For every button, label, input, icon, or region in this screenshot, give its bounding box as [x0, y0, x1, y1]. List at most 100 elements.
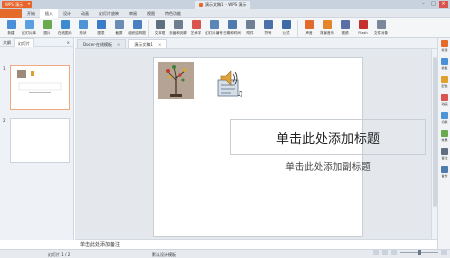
ribbon-button-label: 文本框	[154, 31, 166, 35]
ribbon-button[interactable]: 在线图片	[56, 18, 74, 38]
menu-item[interactable]: 设计	[58, 9, 76, 18]
ribbon-button[interactable]: 艺术字	[187, 18, 205, 38]
ribbon-separator	[148, 20, 149, 40]
ribbon-button-label: 新建	[7, 31, 15, 35]
svg-text:♫: ♫	[237, 90, 243, 98]
ribbon-button[interactable]: 幻灯片库	[20, 18, 38, 38]
ribbon-button[interactable]: 形状	[74, 18, 92, 38]
close-icon[interactable]: ×	[439, 1, 448, 8]
template-name: 默认设计模板	[152, 252, 176, 257]
app-name: WPS 演示	[5, 2, 24, 7]
task-pane-label: 备注	[441, 156, 448, 160]
zoom-slider[interactable]	[400, 250, 438, 255]
slide-library-icon	[24, 20, 34, 29]
normal-view-icon[interactable]	[373, 250, 379, 255]
ribbon-button-label: 符号	[264, 31, 272, 35]
status-bar: 幻灯片 1 / 2 默认设计模板	[0, 249, 450, 258]
ribbon-button[interactable]: 新建	[2, 18, 20, 38]
task-pane-button[interactable]: 新建	[438, 38, 450, 56]
ribbon-button[interactable]: 页眉和页脚	[169, 18, 187, 38]
ribbon-button[interactable]: 组织结构图	[128, 18, 146, 38]
task-pane-button[interactable]: 备注	[438, 146, 450, 164]
menu-item[interactable]: 动画	[76, 9, 94, 18]
close-icon[interactable]: ×	[158, 40, 161, 49]
slide-thumbnail-2[interactable]	[10, 118, 70, 163]
document-tab-label: Docer-在线模板	[83, 41, 113, 47]
ribbon-button[interactable]: 图表	[92, 18, 110, 38]
menu-item-file[interactable]	[0, 9, 22, 18]
tab-outline[interactable]: 大纲	[0, 38, 14, 47]
menu-item[interactable]: 视图	[142, 9, 160, 18]
task-pane-label: 模板	[441, 66, 448, 70]
app-menu-button[interactable]: WPS 演示	[2, 1, 32, 8]
slide-thumbnail-1[interactable]	[10, 65, 70, 110]
date-time-icon	[227, 20, 237, 29]
task-pane-button[interactable]: 动画	[438, 92, 450, 110]
window-doc-tab[interactable]: 演示文稿1 - WPS 演示	[195, 1, 251, 9]
document-tab[interactable]: 演示文稿1 ×	[128, 39, 168, 49]
task-pane-button[interactable]: 备份	[438, 164, 450, 182]
task-pane-button[interactable]: 切换	[438, 110, 450, 128]
ribbon-button-label: 形状	[79, 31, 87, 35]
sorter-view-icon[interactable]	[382, 250, 388, 255]
task-pane-bar: 新建模板配色动画 切换 效果备注备份	[437, 38, 450, 249]
header-footer-icon	[173, 20, 183, 29]
ribbon-button-label: 文件对象	[374, 31, 388, 35]
ribbon-button[interactable]: 日期和时间	[223, 18, 241, 38]
flash-icon	[358, 20, 368, 29]
tab-slides[interactable]: 幻灯片	[14, 37, 34, 47]
menu-item[interactable]: 特色功能	[160, 9, 186, 18]
tree-picture[interactable]	[158, 62, 194, 99]
ribbon-button-label: 声音	[305, 31, 313, 35]
ribbon-button-label: 图片	[43, 31, 51, 35]
ribbon-button[interactable]: 幻灯片编号	[205, 18, 223, 38]
ribbon-button[interactable]: 符号	[259, 18, 277, 38]
sound-icon[interactable]: ♫	[217, 68, 243, 98]
ribbon-button[interactable]: 截屏	[110, 18, 128, 38]
task-pane-button[interactable]: 模板	[438, 56, 450, 74]
chevron-down-icon	[28, 3, 30, 5]
ribbon-button[interactable]: 声音	[300, 18, 318, 38]
menu-item[interactable]: 审阅	[124, 9, 142, 18]
close-icon[interactable]: ×	[117, 40, 120, 49]
menu-item[interactable]: 插入	[40, 9, 58, 18]
ribbon-button[interactable]: Flash	[354, 18, 372, 38]
ribbon-button-label: 幻灯片编号	[205, 31, 223, 35]
title-placeholder[interactable]: 单击此处添加标题	[230, 119, 426, 155]
notes-pane[interactable]: 单击此处添加备注	[75, 239, 437, 249]
menu-item[interactable]: 开始	[22, 9, 40, 18]
ribbon-button-label: 背景音乐	[320, 31, 334, 35]
slideshow-icon[interactable]	[391, 250, 397, 255]
document-tab-label: 演示文稿1	[134, 41, 153, 47]
close-icon[interactable]: ×	[67, 40, 70, 45]
effect-icon	[441, 130, 448, 137]
task-pane-button[interactable]: 配色	[438, 74, 450, 92]
ribbon-button[interactable]: 附件	[241, 18, 259, 38]
slide-navigator: 大纲 幻灯片 × 1 2	[0, 37, 74, 240]
ribbon-button[interactable]: 背景音乐	[318, 18, 336, 38]
ribbon-button[interactable]: 视频	[336, 18, 354, 38]
task-pane-label: 配色	[441, 84, 448, 88]
zoom-handle[interactable]	[418, 250, 421, 255]
minimize-icon[interactable]: –	[419, 1, 428, 8]
ribbon-button[interactable]: 文件对象	[372, 18, 390, 38]
ribbon-button-label: 图表	[97, 31, 105, 35]
slide-1[interactable]: ♫ 单击此处添加标题 单击此处添加副标题	[153, 57, 426, 237]
new-icon	[441, 40, 448, 47]
ribbon-button-label: Flash	[358, 31, 368, 35]
ribbon-button[interactable]: 图片	[38, 18, 56, 38]
task-pane-button[interactable]: 效果	[438, 128, 450, 146]
ribbon-button[interactable]: 文本框	[151, 18, 169, 38]
backup-icon	[441, 166, 448, 173]
ribbon-button[interactable]: 公式	[277, 18, 295, 38]
file-object-icon	[376, 20, 386, 29]
maximize-icon[interactable]: □	[429, 1, 438, 8]
document-tab[interactable]: Docer-在线模板 ×	[77, 39, 127, 49]
fit-window-icon[interactable]	[441, 250, 447, 255]
subtitle-placeholder[interactable]: 单击此处添加副标题	[230, 157, 426, 175]
window-doc-tab-suffix: - WPS 演示	[225, 2, 247, 7]
menu-item[interactable]: 幻灯片放映	[94, 9, 124, 18]
task-pane-label: 新建	[441, 48, 448, 52]
notes-icon	[441, 148, 448, 155]
sound-icon	[304, 20, 314, 29]
